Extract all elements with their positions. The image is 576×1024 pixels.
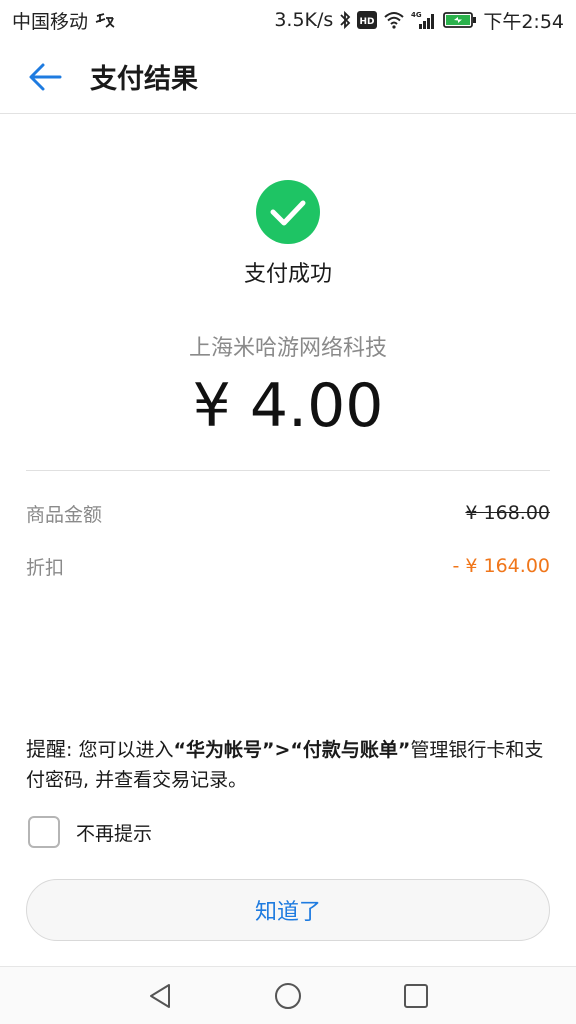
net-speed: 3.5K/s (274, 9, 334, 31)
original-price-value: ¥ 168.00 (465, 502, 550, 524)
reminder-text-1: : 您可以进入 (66, 739, 174, 761)
cellular-signal-icon: 4G (411, 10, 437, 30)
arrow-left-icon (29, 63, 62, 90)
bluetooth-icon (339, 10, 351, 30)
back-button[interactable] (0, 40, 90, 114)
dont-show-again-checkbox[interactable] (28, 816, 60, 848)
payment-amount: ¥ 4.00 (192, 371, 384, 441)
payment-status: 支付成功 (243, 262, 332, 287)
circle-home-icon (275, 982, 301, 1009)
wifi-icon (383, 11, 405, 29)
dont-show-again-row[interactable]: 不再提示 (28, 815, 152, 849)
nav-home-button[interactable] (224, 967, 352, 1024)
dont-show-again-label: 不再提示 (76, 822, 153, 845)
check-circle-icon (256, 180, 320, 244)
reminder-text: 提醒: 您可以进入“华为帐号”>“付款与账单”管理银行卡和支付密码, 并查看交易… (26, 734, 556, 795)
merchant-name: 上海米哈游网络科技 (188, 336, 387, 361)
payment-bills-link: “付款与账单” (290, 739, 411, 761)
status-right: 3.5K/s HD 4G 下午2:54 (274, 7, 564, 34)
triangle-back-icon (150, 983, 170, 1008)
status-bar: 中国移动 3.5K/s HD 4G 下午2:54 (0, 0, 576, 40)
nav-recents-button[interactable] (352, 967, 480, 1024)
battery-charging-icon (443, 11, 477, 29)
detail-row-discount: 折扣 - ¥ 164.00 (26, 548, 550, 584)
status-left: 中国移动 (12, 7, 116, 34)
app-header: 支付结果 (0, 40, 576, 114)
square-recents-icon (404, 983, 428, 1008)
detail-row-original-price: 商品金额 ¥ 168.00 (26, 495, 550, 531)
hd-badge-text: HD (360, 17, 375, 27)
page-title: 支付结果 (90, 64, 198, 95)
reminder-lead: 提醒 (26, 737, 66, 761)
ok-button[interactable]: 知道了 (26, 879, 550, 941)
network-type: 4G (411, 11, 422, 19)
huawei-account-link: “华为帐号” (173, 739, 275, 761)
reminder-separator: > (274, 739, 291, 761)
system-nav-bar (0, 966, 576, 1024)
nav-back-button[interactable] (96, 967, 224, 1024)
hd-badge-icon: HD (357, 11, 378, 29)
detail-label: 折扣 (26, 556, 65, 579)
divider (26, 470, 550, 471)
carrier-name: 中国移动 (12, 10, 89, 33)
discount-value: - ¥ 164.00 (452, 555, 550, 577)
sim-icon (94, 10, 116, 30)
detail-label: 商品金额 (26, 503, 103, 526)
clock: 下午2:54 (483, 10, 564, 33)
